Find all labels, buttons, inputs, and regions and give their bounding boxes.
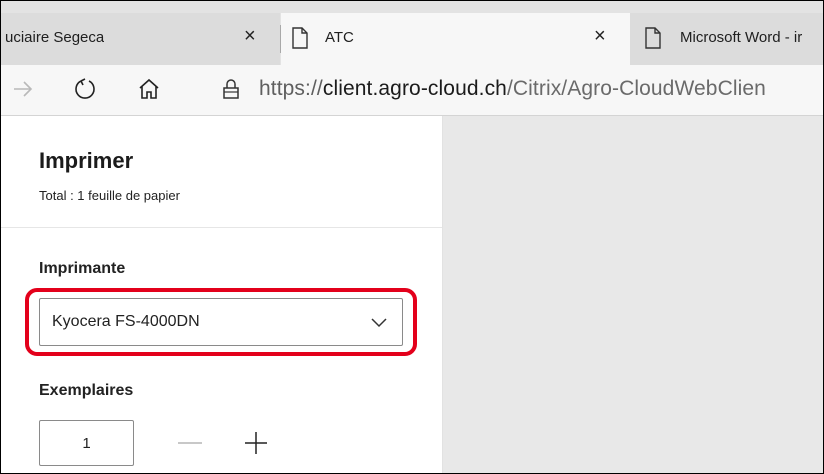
tab-fiduciaire[interactable]: uciaire Segeca × (1, 13, 280, 65)
printer-select[interactable]: Kyocera FS-4000DN (39, 298, 403, 346)
arrow-right-icon (14, 81, 33, 97)
forward-button[interactable] (5, 71, 41, 107)
sheet-total: Total : 1 feuille de papier (39, 188, 180, 203)
tab-title: uciaire Segeca (5, 29, 105, 46)
tab-strip: uciaire Segeca × ATC × Microsoft Word - … (1, 1, 823, 65)
close-icon[interactable]: × (594, 25, 606, 48)
close-icon[interactable]: × (244, 25, 256, 48)
site-info-button[interactable] (213, 71, 249, 107)
url-domain: client.agro-cloud.ch (322, 77, 507, 100)
url-protocol: https:// (259, 77, 323, 100)
page-icon (292, 27, 308, 49)
plus-icon (245, 432, 267, 454)
url-field[interactable]: https://client.agro-cloud.ch/Citrix/Agro… (259, 77, 766, 101)
printer-value: Kyocera FS-4000DN (52, 313, 200, 330)
url-path: /Citrix/Agro-CloudWebClien (506, 77, 766, 100)
printer-label: Imprimante (39, 260, 126, 277)
address-bar-row: https://client.agro-cloud.ch/Citrix/Agro… (1, 65, 823, 116)
home-button[interactable] (131, 71, 167, 107)
tab-title: Microsoft Word - ir (680, 29, 803, 46)
tab-atc[interactable]: ATC × (281, 13, 630, 65)
print-preview-area (443, 116, 823, 473)
lock-icon (223, 79, 239, 99)
decrement-button[interactable] (171, 424, 209, 462)
chevron-down-icon (371, 318, 387, 328)
browser-window: uciaire Segeca × ATC × Microsoft Word - … (0, 0, 824, 474)
divider (1, 227, 442, 228)
print-settings-panel: Imprimer Total : 1 feuille de papier Imp… (1, 116, 443, 473)
tab-title: ATC (325, 29, 354, 46)
refresh-icon (75, 78, 95, 99)
refresh-button[interactable] (67, 71, 103, 107)
minus-icon (178, 442, 202, 444)
page-icon (645, 27, 661, 49)
copies-label: Exemplaires (39, 382, 134, 399)
copies-input[interactable]: 1 (39, 420, 134, 466)
print-title: Imprimer (39, 148, 134, 173)
tab-microsoft-word[interactable]: Microsoft Word - ir (630, 13, 823, 65)
home-icon (139, 78, 159, 99)
increment-button[interactable] (237, 424, 275, 462)
